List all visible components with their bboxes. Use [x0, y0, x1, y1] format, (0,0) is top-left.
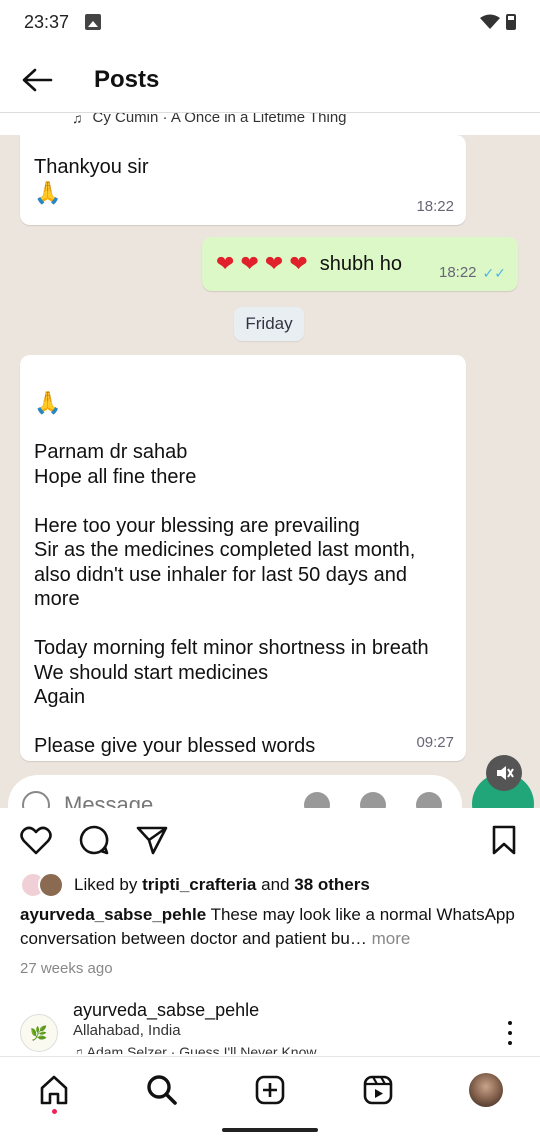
nav-home[interactable]: [34, 1070, 74, 1114]
liked-by-others[interactable]: 38 others: [294, 875, 370, 895]
music-note-icon: ♫: [73, 1044, 84, 1054]
music-strip: ♫ Cy Cumin · A Once in a Lifetime Thing: [0, 113, 540, 135]
post-time-ago: 27 weeks ago: [20, 960, 113, 977]
date-chip: Friday: [234, 307, 304, 341]
nav-reels[interactable]: [358, 1070, 398, 1110]
heart-emoji-icon: ❤: [216, 250, 235, 276]
reels-icon: [363, 1075, 393, 1104]
comment-button[interactable]: [78, 824, 110, 856]
message-composer: Message: [8, 775, 462, 808]
heart-emoji-icon: ❤: [289, 250, 308, 276]
message-text: Thankyou sir: [34, 156, 149, 178]
hearts: ❤ ❤ ❤ ❤: [216, 250, 308, 277]
pray-emoji-icon: 🙏: [34, 179, 62, 205]
status-bar: 23:37: [0, 0, 540, 44]
message-time: 18:22: [416, 197, 454, 215]
create-icon: [255, 1075, 285, 1104]
notification-dot: [52, 1108, 57, 1114]
mute-button[interactable]: [486, 755, 522, 791]
liked-by-user[interactable]: tripti_crafteria: [142, 875, 256, 895]
gesture-bar: [222, 1128, 318, 1132]
more-icon: [508, 1021, 512, 1025]
avatar: [469, 1072, 503, 1107]
incoming-message: Thankyou sir 🙏 18:22: [20, 135, 466, 225]
music-text: Cy Cumin · A Once in a Lifetime Thing: [92, 113, 347, 126]
post-actions: [0, 818, 540, 862]
liked-by-prefix: Liked by: [74, 875, 138, 894]
heart-icon: [20, 826, 52, 855]
status-right: [480, 14, 516, 30]
rupee-icon: [360, 792, 386, 808]
avatar[interactable]: 🌿: [20, 1014, 58, 1052]
caption: ayurveda_sabse_pehle These may look like…: [20, 903, 525, 951]
next-post-music-text: Adam Selzer · Guess I'll Never Know: [86, 1044, 317, 1054]
message-time: 09:27: [416, 733, 454, 751]
message-text: Parnam dr sahab Hope all fine there Here…: [34, 441, 429, 757]
message-meta: 18:22 ✓✓: [439, 261, 506, 286]
message-time: 18:22: [438, 263, 477, 281]
bottom-nav: [0, 1056, 540, 1122]
bookmark-icon: [492, 825, 516, 855]
composer-placeholder: Message: [64, 792, 154, 808]
pray-emoji-icon: 🙏: [34, 389, 62, 415]
battery-icon: [506, 14, 516, 30]
camera-icon: [416, 792, 442, 808]
search-icon: [147, 1074, 177, 1105]
nav-create[interactable]: [250, 1070, 290, 1110]
page-title: Posts: [94, 66, 160, 93]
message-text: shubh ho: [319, 252, 403, 275]
like-button[interactable]: [20, 824, 52, 856]
next-post-username[interactable]: ayurveda_sabse_pehle: [73, 1000, 259, 1021]
nav-profile[interactable]: [466, 1070, 506, 1110]
attach-icon: [304, 792, 330, 808]
save-button[interactable]: [488, 824, 520, 856]
composer-icons: [304, 792, 442, 808]
next-post-music[interactable]: ♫ Adam Selzer · Guess I'll Never Know: [73, 1044, 317, 1054]
more-icon: [508, 1041, 512, 1045]
liked-by-and: and: [261, 875, 290, 894]
caption-more-link[interactable]: more: [372, 929, 411, 948]
heart-emoji-icon: ❤: [240, 250, 259, 276]
incoming-message: 🙏 Parnam dr sahab Hope all fine there He…: [20, 355, 466, 808]
back-arrow-icon: [22, 68, 53, 92]
avatar: [38, 872, 64, 898]
speaker-muted-icon: [497, 766, 514, 780]
share-button[interactable]: [136, 824, 168, 856]
next-post-header: 🌿 ayurveda_sabse_pehle Allahabad, India …: [0, 996, 540, 1054]
status-time: 23:37: [24, 11, 70, 32]
next-post-location[interactable]: Allahabad, India: [73, 1022, 181, 1039]
emoji-icon: [22, 791, 50, 808]
double-check-icon: ✓✓: [482, 264, 506, 281]
comment-icon: [79, 825, 109, 855]
top-bar: Posts: [0, 48, 540, 112]
music-note-icon: ♫: [72, 113, 83, 126]
outgoing-message: ❤ ❤ ❤ ❤ shubh ho 18:22 ✓✓: [202, 237, 518, 291]
share-icon: [136, 826, 168, 855]
wifi-icon: [480, 14, 500, 29]
more-options-button[interactable]: [500, 1018, 520, 1048]
liker-avatars: [20, 872, 66, 898]
nav-search[interactable]: [142, 1070, 182, 1110]
likes-row[interactable]: Liked by tripti_crafteria and 38 others: [20, 870, 370, 900]
image-notification-icon: [85, 14, 102, 30]
caption-username[interactable]: ayurveda_sabse_pehle: [20, 905, 206, 924]
heart-emoji-icon: ❤: [264, 250, 284, 276]
home-icon: [40, 1075, 68, 1104]
back-button[interactable]: [20, 63, 54, 97]
post-image[interactable]: ♫ Cy Cumin · A Once in a Lifetime Thing …: [0, 112, 540, 808]
more-icon: [508, 1031, 512, 1035]
